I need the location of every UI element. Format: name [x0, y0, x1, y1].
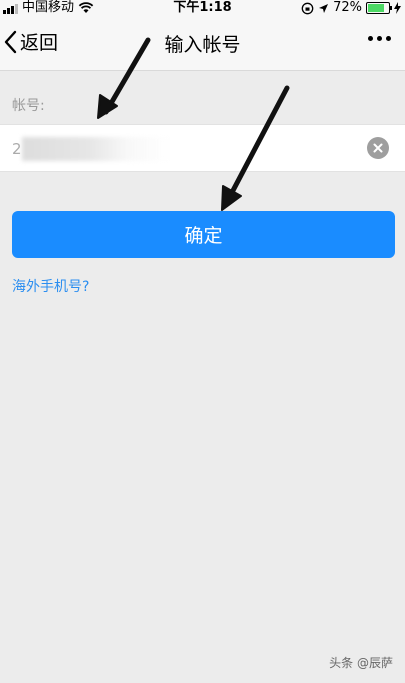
watermark: 头条 @辰萨	[329, 656, 393, 670]
annotation-arrows	[97, 37, 290, 211]
